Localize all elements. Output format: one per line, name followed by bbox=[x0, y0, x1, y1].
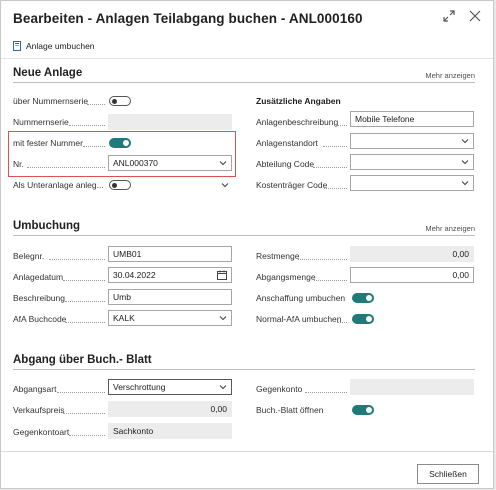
leader-dots bbox=[63, 413, 105, 414]
action-bar: Anlage umbuchen bbox=[1, 35, 493, 59]
leader-dots bbox=[337, 322, 347, 323]
calendar-icon[interactable] bbox=[217, 270, 227, 280]
section-title-neue-anlage: Neue Anlage bbox=[13, 67, 83, 79]
verkaufspreis-field: 0,00 bbox=[108, 401, 232, 417]
window-controls bbox=[443, 10, 481, 22]
section-abgang: Abgang über Buch.- Blatt bbox=[13, 354, 475, 370]
abgangsmenge-label: Abgangsmenge bbox=[256, 272, 316, 282]
abgangsart-select[interactable]: Verschrottung bbox=[108, 379, 232, 395]
belegnr-label: Belegnr. bbox=[13, 251, 45, 261]
section-neue-anlage: Neue Anlage Mehr anzeigen bbox=[13, 67, 475, 83]
kostentraeger-code-label: Kostenträger Code bbox=[256, 180, 328, 190]
anlagenstandort-field[interactable] bbox=[350, 133, 474, 149]
ueber-nummernserie-label: über Nummernserie bbox=[13, 96, 89, 106]
leader-dots bbox=[313, 167, 347, 168]
close-icon[interactable] bbox=[469, 10, 481, 22]
normal-afa-umbuchen-label: Normal-AfA umbuchen bbox=[256, 314, 342, 324]
chevron-down-icon[interactable] bbox=[219, 314, 227, 322]
gegenkontoart-field: Sachkonto bbox=[108, 423, 232, 439]
belegnr-field[interactable]: UMB01 bbox=[108, 246, 232, 262]
abteilung-code-label: Abteilung Code bbox=[256, 159, 315, 169]
gegenkonto-label: Gegenkonto bbox=[256, 384, 303, 394]
leader-dots bbox=[57, 392, 105, 393]
verkaufspreis-label: Verkaufspreis bbox=[13, 405, 65, 415]
mehr-anzeigen-link[interactable]: Mehr anzeigen bbox=[425, 71, 475, 80]
leader-dots bbox=[69, 435, 105, 436]
leader-dots bbox=[65, 322, 105, 323]
leader-dots bbox=[65, 301, 105, 302]
dialog-footer: Schließen bbox=[1, 451, 493, 490]
anlagedatum-field[interactable]: 30.04.2022 bbox=[108, 267, 232, 283]
anschaffung-umbuchen-label: Anschaffung umbuchen bbox=[256, 293, 346, 303]
document-icon bbox=[13, 41, 21, 51]
leader-dots bbox=[337, 125, 347, 126]
dialog-title: Bearbeiten - Anlagen Teilabgang buchen -… bbox=[13, 11, 363, 26]
anlage-umbuchen-label: Anlage umbuchen bbox=[26, 41, 95, 51]
dialog: Bearbeiten - Anlagen Teilabgang buchen -… bbox=[0, 0, 494, 489]
anschaffung-umbuchen-toggle[interactable] bbox=[352, 293, 374, 303]
anlage-umbuchen-action[interactable]: Anlage umbuchen bbox=[13, 41, 95, 51]
nummernserie-field[interactable] bbox=[108, 114, 232, 130]
abgangsmenge-field[interactable]: 0,00 bbox=[350, 267, 474, 283]
leader-dots bbox=[305, 392, 347, 393]
section-umbuchung: Umbuchung Mehr anzeigen bbox=[13, 220, 475, 236]
leader-dots bbox=[298, 259, 347, 260]
leader-dots bbox=[87, 104, 105, 105]
beschreibung-label: Beschreibung bbox=[13, 293, 65, 303]
zusaetzliche-angaben-heading: Zusätzliche Angaben bbox=[256, 96, 341, 106]
unteranlage-toggle[interactable] bbox=[109, 180, 131, 190]
leader-dots bbox=[324, 188, 347, 189]
anlagedatum-label: Anlagedatum bbox=[13, 272, 64, 282]
expand-icon[interactable] bbox=[443, 10, 455, 22]
ueber-nummernserie-toggle[interactable] bbox=[109, 96, 131, 106]
leader-dots bbox=[49, 259, 105, 260]
chevron-down-icon[interactable] bbox=[221, 181, 229, 189]
nummernserie-label: Nummernserie bbox=[13, 117, 69, 127]
section-title-abgang: Abgang über Buch.- Blatt bbox=[13, 354, 152, 366]
anlagedatum-value: 30.04.2022 bbox=[113, 270, 156, 280]
unteranlage-label: Als Unteranlage anleg... bbox=[13, 180, 104, 190]
abgangsart-label: Abgangsart bbox=[13, 384, 57, 394]
beschreibung-field[interactable]: Umb bbox=[108, 289, 232, 305]
leader-dots bbox=[63, 280, 105, 281]
restmenge-label: Restmenge bbox=[256, 251, 300, 261]
leader-dots bbox=[69, 125, 105, 126]
abteilung-code-field[interactable] bbox=[350, 154, 474, 170]
section-title-umbuchung: Umbuchung bbox=[13, 220, 81, 232]
anlagenbeschreibung-label: Anlagenbeschreibung bbox=[256, 117, 339, 127]
gegenkonto-field bbox=[350, 379, 474, 395]
chevron-down-icon[interactable] bbox=[461, 137, 469, 145]
abgangsart-value: Verschrottung bbox=[113, 382, 166, 392]
leader-dots bbox=[323, 146, 347, 147]
buch-blatt-oeffnen-label: Buch.-Blatt öffnen bbox=[256, 405, 324, 415]
afa-buchcode-label: AfA Buchcode bbox=[13, 314, 67, 324]
normal-afa-umbuchen-toggle[interactable] bbox=[352, 314, 374, 324]
anlagenbeschreibung-field[interactable]: Mobile Telefone bbox=[350, 111, 474, 127]
buch-blatt-oeffnen-toggle[interactable] bbox=[352, 405, 374, 415]
afa-buchcode-field[interactable]: KALK bbox=[108, 310, 232, 326]
close-button[interactable]: Schließen bbox=[417, 464, 479, 484]
anlagenstandort-label: Anlagenstandort bbox=[256, 138, 318, 148]
kostentraeger-code-field[interactable] bbox=[350, 175, 474, 191]
leader-dots bbox=[314, 280, 347, 281]
highlight-box bbox=[8, 131, 236, 177]
mehr-anzeigen-link[interactable]: Mehr anzeigen bbox=[425, 224, 475, 233]
restmenge-field: 0,00 bbox=[350, 246, 474, 262]
chevron-down-icon[interactable] bbox=[461, 158, 469, 166]
gegenkontoart-label: Gegenkontoart bbox=[13, 427, 70, 437]
chevron-down-icon[interactable] bbox=[461, 179, 469, 187]
chevron-down-icon[interactable] bbox=[219, 383, 227, 391]
afa-buchcode-value: KALK bbox=[113, 313, 135, 323]
